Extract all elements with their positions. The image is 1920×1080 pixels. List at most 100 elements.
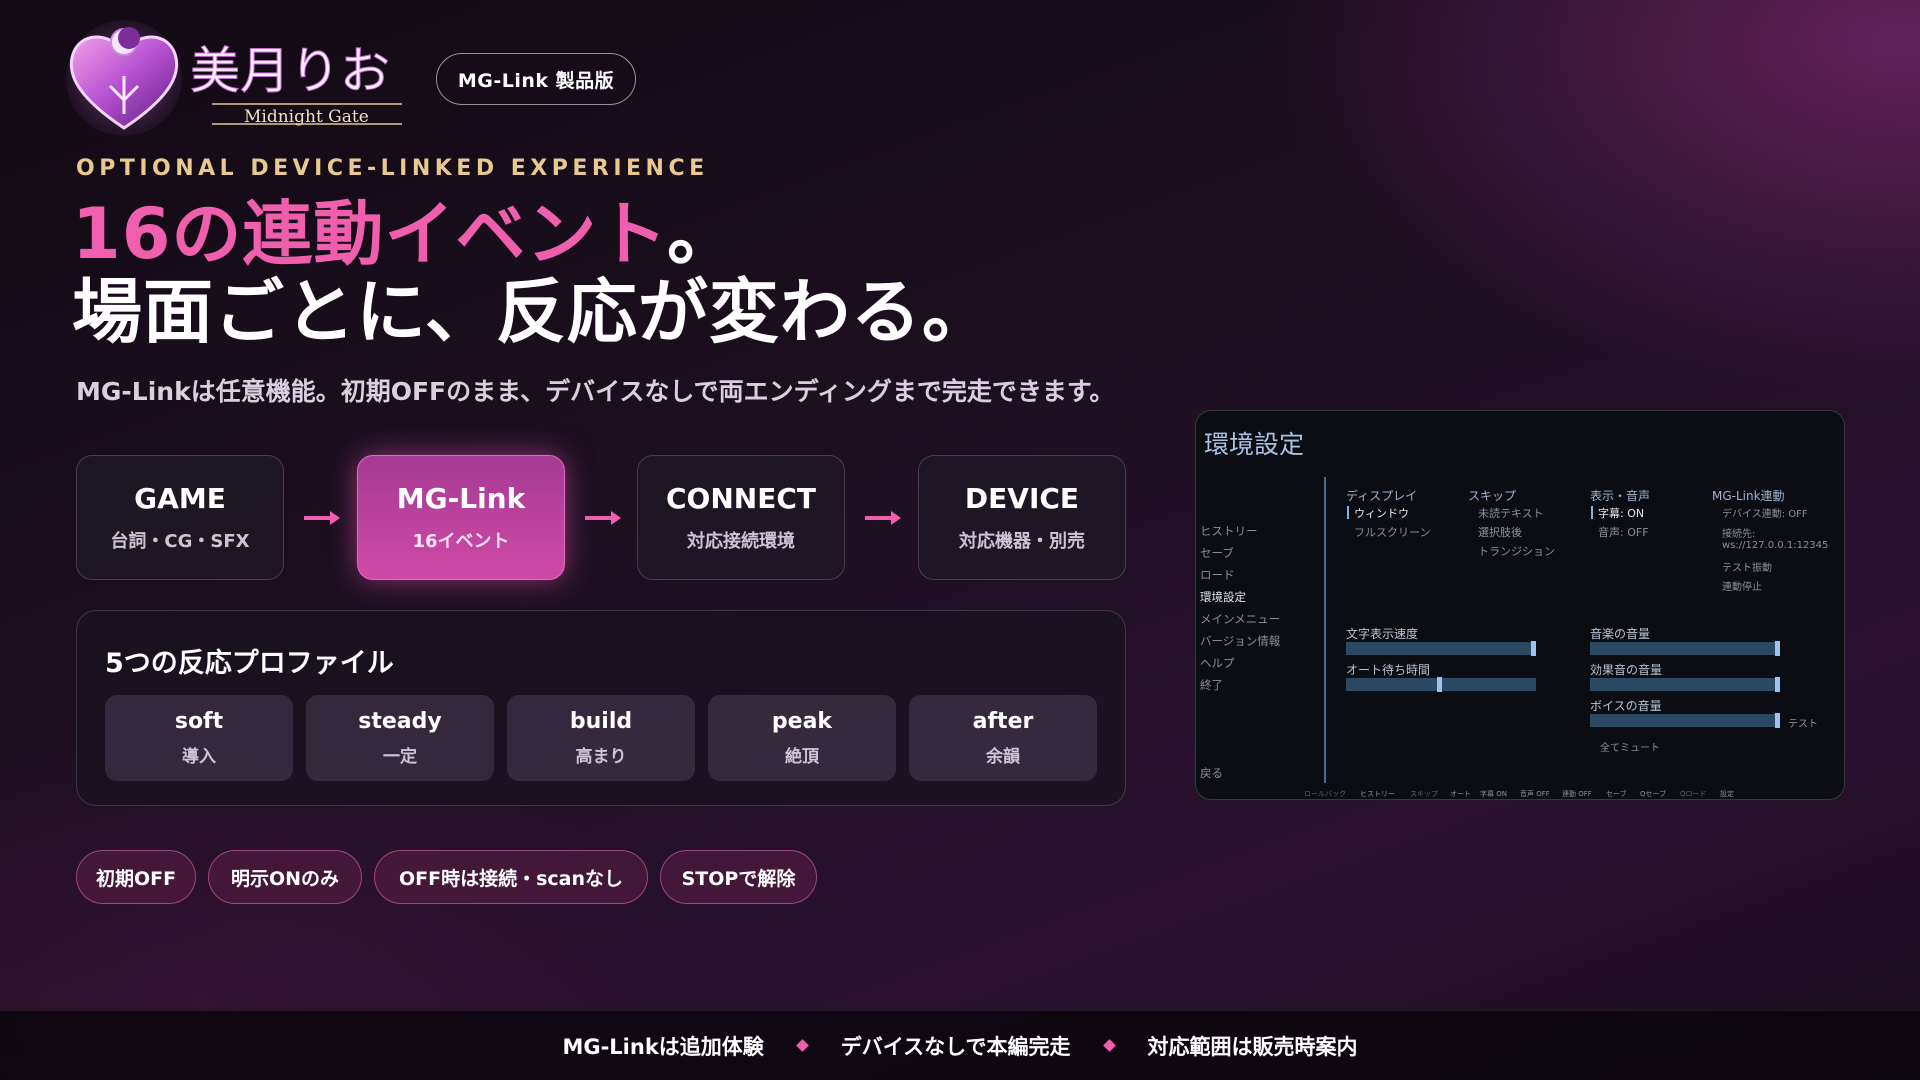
flow-step-sub: 対応接続環境 xyxy=(687,531,795,552)
slider-thumb[interactable] xyxy=(1775,641,1780,656)
flow-step-device: DEVICE 対応機器・別売 xyxy=(918,455,1126,580)
voice-test-button[interactable]: テスト xyxy=(1788,715,1818,730)
quickmenu-rollback[interactable]: ロールバック xyxy=(1304,789,1346,799)
slider-label: 音楽の音量 xyxy=(1590,627,1651,641)
settings-option-endpoint-url[interactable]: ws://127.0.0.1:12345 xyxy=(1722,540,1828,551)
logo-title: 美月りお xyxy=(190,42,390,100)
quickmenu-save[interactable]: セーブ xyxy=(1606,789,1627,799)
settings-option-fullscreen[interactable]: フルスクリーン xyxy=(1354,524,1430,540)
profile-name: after xyxy=(972,709,1034,734)
settings-back-button[interactable]: 戻る xyxy=(1200,765,1223,781)
edition-badge: MG-Link 製品版 xyxy=(436,53,636,105)
slider-label: 文字表示速度 xyxy=(1346,627,1419,641)
profile-card-after: after 余韻 xyxy=(909,695,1097,781)
slider-thumb[interactable] xyxy=(1436,677,1442,692)
settings-nav-quit[interactable]: 終了 xyxy=(1200,677,1223,693)
arrow-right-icon xyxy=(304,511,340,525)
settings-option-unread-text[interactable]: 未読テキスト xyxy=(1478,505,1544,521)
profile-name: soft xyxy=(174,709,224,734)
settings-option-stop-link[interactable]: 連動停止 xyxy=(1722,578,1762,593)
settings-option-window[interactable]: ウィンドウ xyxy=(1347,505,1409,521)
flow-step-title: MG-Link xyxy=(396,482,526,515)
profile-sub: 余韻 xyxy=(986,747,1020,767)
slider-auto-wait[interactable] xyxy=(1346,677,1536,692)
flow-step-sub: 16イベント xyxy=(412,531,510,552)
settings-option-device-link[interactable]: デバイス連動: OFF xyxy=(1722,505,1808,520)
quickmenu-link[interactable]: 連動 OFF xyxy=(1562,789,1592,799)
settings-col-text-audio-head: 表示・音声 xyxy=(1590,489,1651,503)
slider-voice-volume[interactable] xyxy=(1590,713,1780,728)
chip-stop-release: STOPで解除 xyxy=(660,850,817,904)
footer-item: MG-Linkは追加体験 xyxy=(562,1034,764,1059)
slider-thumb[interactable] xyxy=(1775,677,1780,692)
logo: 美月りお Midnight Gate xyxy=(62,16,422,136)
quickmenu-settings[interactable]: 設定 xyxy=(1720,789,1734,799)
slider-music-volume[interactable] xyxy=(1590,641,1780,656)
settings-nav-preferences[interactable]: 環境設定 xyxy=(1200,589,1246,605)
flow-step-mglink: MG-Link 16イベント xyxy=(357,455,565,580)
profile-card-soft: soft 導入 xyxy=(105,695,293,781)
settings-nav-main-menu[interactable]: メインメニュー xyxy=(1200,611,1280,627)
headline-period: 。 xyxy=(667,193,739,275)
chip-no-scan: OFF時は接続・scanなし xyxy=(374,850,648,904)
settings-nav-help[interactable]: ヘルプ xyxy=(1200,655,1235,671)
quickmenu-auto[interactable]: オート xyxy=(1450,789,1471,799)
profile-sub: 導入 xyxy=(182,747,216,767)
headline-line-1: 16の連動イベント。 xyxy=(72,196,738,272)
settings-option-subtitles-on[interactable]: 字幕: ON xyxy=(1590,505,1644,521)
slider-label: 効果音の音量 xyxy=(1590,663,1663,677)
quickmenu-subtitles[interactable]: 字幕 ON xyxy=(1480,789,1507,799)
flow-step-title: GAME xyxy=(134,482,226,515)
quickmenu-qsave[interactable]: Qセーブ xyxy=(1640,789,1666,799)
profile-card-build: build 高まり xyxy=(507,695,695,781)
settings-divider xyxy=(1324,477,1326,783)
profile-sub: 高まり xyxy=(575,747,627,767)
chip-default-off: 初期OFF xyxy=(76,850,196,904)
slider-label: ボイスの音量 xyxy=(1590,699,1662,713)
subline: MG-Linkは任意機能。初期OFFのまま、デバイスなしで両エンディングまで完走… xyxy=(76,377,1115,406)
flow-step-sub: 台詞・CG・SFX xyxy=(110,531,250,552)
profile-name: peak xyxy=(771,709,833,734)
settings-col-skip-head: スキップ xyxy=(1468,489,1517,503)
settings-title: 環境設定 xyxy=(1204,430,1305,459)
settings-option-voice-off[interactable]: 音声: OFF xyxy=(1598,524,1649,540)
settings-option-test-vibration[interactable]: テスト振動 xyxy=(1722,559,1772,574)
flow-step-sub: 対応機器・別売 xyxy=(959,531,1085,552)
arrow-right-icon xyxy=(585,511,621,525)
profile-sub: 絶頂 xyxy=(785,747,819,767)
eyebrow-text: OPTIONAL DEVICE-LINKED EXPERIENCE xyxy=(76,156,709,181)
quickmenu-qload[interactable]: Qロード xyxy=(1680,789,1707,799)
settings-option-endpoint-label: 接続先: xyxy=(1722,529,1756,540)
mute-all-button[interactable]: 全てミュート xyxy=(1600,739,1660,754)
quickmenu-voice[interactable]: 音声 OFF xyxy=(1520,789,1550,799)
flow-step-title: DEVICE xyxy=(964,482,1080,515)
quickmenu-skip[interactable]: スキップ xyxy=(1410,789,1438,799)
settings-nav-save[interactable]: セーブ xyxy=(1200,545,1234,561)
diamond-icon xyxy=(1102,1039,1116,1052)
settings-nav-load[interactable]: ロード xyxy=(1200,567,1235,583)
settings-option-after-choices[interactable]: 選択肢後 xyxy=(1478,524,1522,540)
footer-item: デバイスなしで本編完走 xyxy=(840,1034,1071,1059)
profile-panel: 5つの反応プロファイル soft 導入 steady 一定 build 高まり … xyxy=(76,610,1126,806)
slider-thumb[interactable] xyxy=(1531,641,1536,656)
settings-col-mglink-head: MG-Link連動 xyxy=(1712,489,1785,503)
slider-thumb[interactable] xyxy=(1775,713,1780,728)
slider-sfx-volume[interactable] xyxy=(1590,677,1780,692)
flow-step-game: GAME 台詞・CG・SFX xyxy=(76,455,284,580)
profile-name: build xyxy=(569,709,633,734)
settings-nav-about[interactable]: バージョン情報 xyxy=(1200,633,1280,649)
profile-card-steady: steady 一定 xyxy=(306,695,494,781)
profile-card-peak: peak 絶頂 xyxy=(708,695,896,781)
diamond-icon xyxy=(795,1039,809,1052)
slider-label: オート待ち時間 xyxy=(1346,663,1431,677)
quickmenu-history[interactable]: ヒストリー xyxy=(1360,789,1395,799)
settings-col-display-head: ディスプレイ xyxy=(1346,489,1418,503)
footer-item: 対応範囲は販売時案内 xyxy=(1147,1034,1358,1059)
slider-text-speed[interactable] xyxy=(1346,641,1536,656)
footer-bar: MG-Linkは追加体験 デバイスなしで本編完走 対応範囲は販売時案内 xyxy=(0,1010,1920,1080)
chip-explicit-on: 明示ONのみ xyxy=(208,850,362,904)
settings-option-transitions[interactable]: トランジション xyxy=(1478,543,1555,559)
headline-highlight: 16の連動イベント xyxy=(72,193,668,275)
profile-sub: 一定 xyxy=(383,747,417,767)
settings-nav-history[interactable]: ヒストリー xyxy=(1200,523,1258,539)
